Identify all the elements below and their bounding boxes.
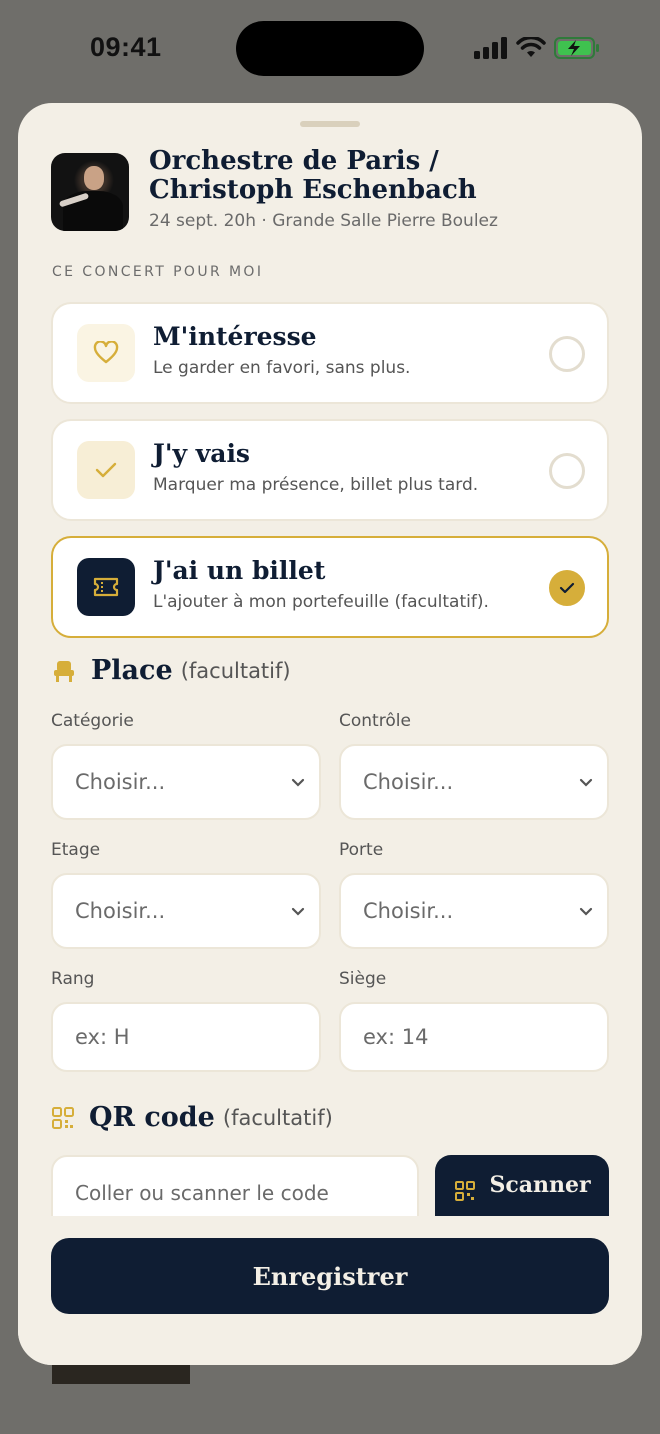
sheet-grabber[interactable] [300,121,360,127]
input-placeholder: ex: 14 [363,1025,429,1049]
chevron-down-icon [291,907,305,916]
bottom-sheet: Orchestre de Paris / Christoph Eschenbac… [18,103,642,1365]
seat-icon [54,660,74,682]
option-going[interactable]: J'y vais Marquer ma présence, billet plu… [51,419,609,521]
qr-code-icon [52,1106,74,1129]
radio-button-checked[interactable] [549,570,585,606]
radio-button[interactable] [549,336,585,372]
status-bar: 09:41 [0,0,660,96]
categorie-select[interactable]: Choisir... [51,744,321,820]
option-have-ticket[interactable]: J'ai un billet L'ajouter à mon portefeui… [51,536,609,638]
porte-select[interactable]: Choisir... [339,873,609,949]
save-button[interactable]: Enregistrer [51,1238,609,1314]
place-optional: (facultatif) [180,658,291,683]
qr-title: QR code [89,1102,215,1133]
chevron-down-icon [291,778,305,787]
etage-select[interactable]: Choisir... [51,873,321,949]
qr-optional: (facultatif) [222,1105,333,1130]
event-thumbnail [51,153,129,231]
wifi-icon [516,37,546,57]
dynamic-island [236,21,424,76]
chevron-down-icon [579,907,593,916]
ticket-icon [77,558,135,616]
place-heading: Place (facultatif) [51,655,291,686]
select-value: Choisir... [75,770,166,794]
check-icon [77,441,135,499]
rang-input[interactable]: ex: H [51,1002,321,1072]
select-value: Choisir... [363,770,454,794]
heart-icon [77,324,135,382]
option-description: Marquer ma présence, billet plus tard. [153,475,479,495]
option-title: J'y vais [153,439,251,468]
option-interested[interactable]: M'intéresse Le garder en favori, sans pl… [51,302,609,404]
select-value: Choisir... [363,899,454,923]
event-subtitle: 24 sept. 20h · Grande Salle Pierre Boule… [149,211,498,231]
input-placeholder: Coller ou scanner le code [75,1181,329,1205]
rang-label: Rang [51,969,95,989]
save-label: Enregistrer [252,1261,408,1291]
qr-scan-icon [455,1181,476,1201]
porte-label: Porte [339,840,384,860]
etage-label: Etage [51,840,101,860]
option-description: L'ajouter à mon portefeuille (facultatif… [153,592,489,612]
signal-icon [474,37,507,59]
option-description: Le garder en favori, sans plus. [153,358,411,378]
event-title: Orchestre de Paris / Christoph Eschenbac… [149,146,477,205]
select-value: Choisir... [75,899,166,923]
controle-label: Contrôle [339,711,411,731]
status-time: 09:41 [90,32,162,62]
chevron-down-icon [579,778,593,787]
option-title: J'ai un billet [153,556,326,585]
option-title: M'intéresse [153,322,317,351]
radio-button[interactable] [549,453,585,489]
controle-select[interactable]: Choisir... [339,744,609,820]
siege-input[interactable]: ex: 14 [339,1002,609,1072]
scan-label: Scanner [489,1172,591,1198]
place-title: Place [91,655,173,686]
input-placeholder: ex: H [75,1025,130,1049]
checkmark-icon [559,582,575,594]
battery-charging-icon [554,37,599,59]
status-icons [474,34,600,62]
section-label: CE CONCERT POUR MOI [52,264,264,280]
categorie-label: Catégorie [51,711,134,731]
qr-heading: QR code (facultatif) [51,1102,333,1133]
siege-label: Siège [339,969,387,989]
